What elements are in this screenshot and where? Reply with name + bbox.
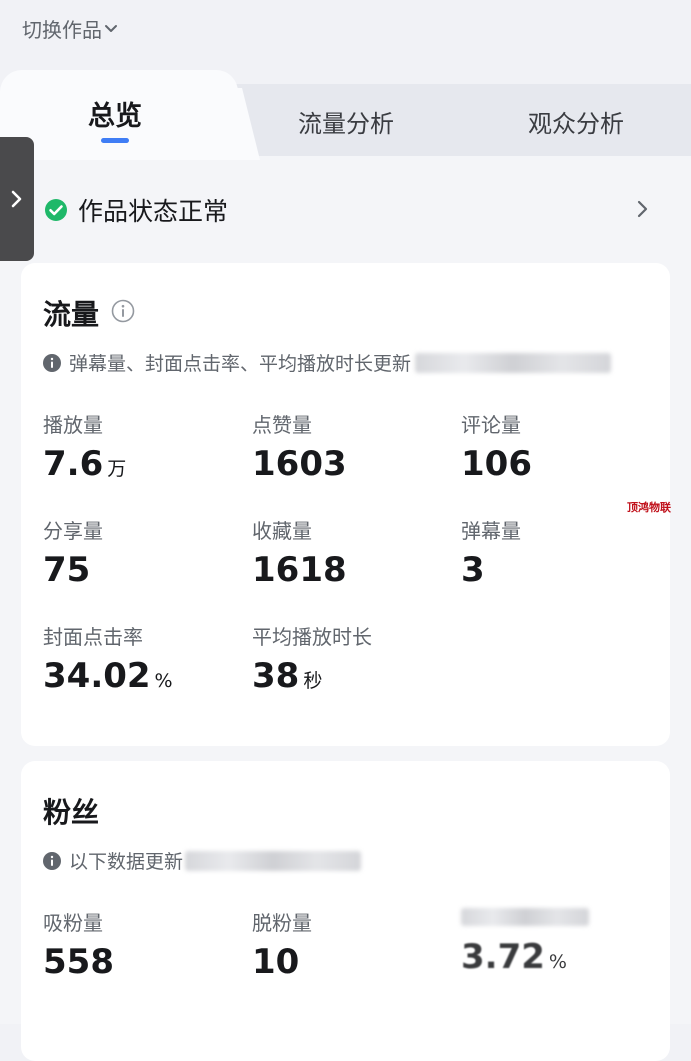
metric-favorites: 收藏量 1618 — [252, 515, 452, 590]
tab-bar: 总览 流量分析 观众分析 — [0, 70, 691, 160]
metric-fans-lost: 脱粉量 10 — [252, 907, 452, 982]
redacted-text — [415, 352, 612, 373]
side-panel-toggle[interactable] — [0, 137, 34, 261]
chevron-down-icon — [105, 24, 117, 32]
metric-cover-ctr: 封面点击率 34.02% — [43, 621, 243, 696]
metric-value: 75 — [43, 550, 91, 590]
metric-label: 评论量 — [461, 413, 521, 437]
metric-value: 10 — [252, 942, 300, 982]
info-filled-icon — [43, 851, 61, 870]
work-switch-label: 切换作品 — [22, 18, 102, 42]
work-switch-dropdown[interactable]: 切换作品 — [22, 14, 118, 43]
watermark: 顶鸿物联 — [627, 501, 671, 514]
tab-overview-label[interactable]: 总览 — [0, 94, 230, 133]
metric-label: 分享量 — [43, 519, 103, 543]
metric-shares: 分享量 75 — [43, 515, 243, 590]
info-filled-icon — [43, 353, 61, 372]
metric-value: 558 — [43, 942, 114, 982]
metric-label: 平均播放时长 — [252, 625, 372, 649]
metric-label: 弹幕量 — [461, 519, 521, 543]
traffic-update-note-text: 弹幕量、封面点击率、平均播放时长更新 — [69, 353, 412, 375]
metric-comments: 评论量 106 — [461, 409, 661, 484]
info-icon[interactable] — [111, 299, 135, 323]
metric-plays: 播放量 7.6 万 — [43, 409, 243, 484]
fans-card: 粉丝 以下数据更新 吸粉量 558 脱粉量 10 3.72% — [21, 761, 670, 1061]
metric-value: 38 秒 — [252, 656, 323, 696]
redacted-text — [185, 850, 362, 871]
metric-value: 7.6 万 — [43, 444, 127, 484]
tab-audience-analysis[interactable]: 观众分析 — [476, 104, 676, 139]
work-status-row[interactable]: 作品状态正常 — [44, 192, 654, 228]
traffic-card-title: 流量 — [43, 298, 100, 331]
tab-traffic-analysis[interactable]: 流量分析 — [246, 104, 446, 139]
work-status-text: 作品状态正常 — [78, 197, 229, 226]
metric-value: 3 — [461, 550, 485, 590]
metric-value: 3.72% — [461, 937, 567, 977]
metric-label: 脱粉量 — [252, 911, 312, 935]
metric-label: 点赞量 — [252, 413, 312, 437]
metric-label: 吸粉量 — [43, 911, 103, 935]
metric-danmaku: 弹幕量 3 — [461, 515, 661, 590]
metric-label: 封面点击率 — [43, 625, 143, 649]
fans-update-note-text: 以下数据更新 — [69, 851, 184, 873]
check-circle-icon — [45, 199, 67, 221]
metric-fans-gained: 吸粉量 558 — [43, 907, 243, 982]
active-tab-indicator — [101, 138, 129, 143]
metric-label: 收藏量 — [252, 519, 312, 543]
fans-card-title: 粉丝 — [43, 796, 100, 829]
metric-likes: 点赞量 1603 — [252, 409, 452, 484]
metric-value: 1603 — [252, 444, 347, 484]
metric-avg-duration: 平均播放时长 38 秒 — [252, 621, 452, 696]
fans-update-note: 以下数据更新 — [43, 847, 362, 874]
chevron-right-icon — [637, 200, 648, 218]
metric-label-redacted — [461, 907, 661, 931]
chevron-right-icon — [11, 190, 22, 208]
metric-value: 106 — [461, 444, 532, 484]
metric-value: 34.02% — [43, 656, 173, 696]
metric-value: 1618 — [252, 550, 347, 590]
metric-fans-ratio: 3.72% — [461, 907, 661, 977]
traffic-update-note: 弹幕量、封面点击率、平均播放时长更新 — [43, 349, 612, 376]
traffic-card: 流量 弹幕量、封面点击率、平均播放时长更新 播放量 7.6 万 点赞量 1603 … — [21, 263, 670, 746]
metric-label: 播放量 — [43, 413, 103, 437]
